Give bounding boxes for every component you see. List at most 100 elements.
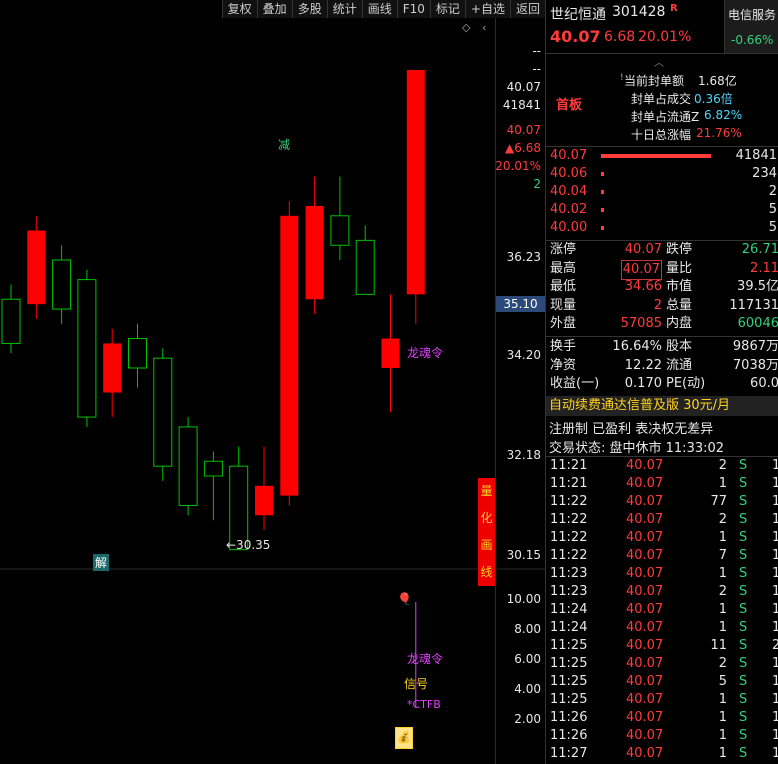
- tick-volume: 1: [718, 746, 727, 761]
- stat-value: 60046: [737, 316, 778, 331]
- stat-label: PE(动): [666, 376, 706, 391]
- money-bag-icon[interactable]: 💰: [395, 727, 413, 749]
- trade-status: 交易状态: 盘中休市 11:33:02: [549, 441, 725, 456]
- tick-volume: 2: [718, 458, 727, 473]
- candle: [178, 417, 198, 516]
- stat-value: 117131: [729, 297, 778, 313]
- tick-time: 11:22: [550, 530, 588, 545]
- axis-label: 32.18: [506, 448, 541, 462]
- tick-volume: 1: [718, 530, 727, 545]
- tick-time: 11:26: [550, 728, 588, 743]
- r-badge: R: [670, 3, 678, 14]
- toolbar-button[interactable]: 多股: [291, 0, 327, 18]
- tick-side: S: [739, 494, 748, 509]
- axis-label: 40.07: [506, 80, 541, 94]
- tick-row: 11:22 40.07 1 S 1: [546, 529, 778, 547]
- bid-volume: 5: [768, 220, 777, 235]
- tick-side: S: [739, 746, 748, 761]
- tick-time: 11:22: [550, 548, 588, 563]
- candle-body: [355, 239, 375, 295]
- candle: [103, 328, 122, 418]
- bid-volume: 2: [768, 184, 777, 199]
- tick-row: 11:25 40.07 1 S 1: [546, 691, 778, 709]
- bid-row[interactable]: 40.00 5: [546, 219, 778, 237]
- bid-row[interactable]: 40.04 2: [546, 183, 778, 201]
- price-change-pct: 20.01%: [638, 29, 692, 45]
- candle-body: [77, 279, 97, 418]
- axis-label: ▲6.68: [505, 141, 541, 155]
- stock-name: 世纪恒通: [550, 7, 606, 23]
- tick-side: S: [739, 530, 748, 545]
- tick-row: 11:23 40.07 1 S 1: [546, 565, 778, 583]
- tick-time: 11:25: [550, 692, 588, 707]
- tick-count: 1: [772, 692, 778, 707]
- tick-volume: 1: [718, 566, 727, 581]
- tick-row: 11:25 40.07 11 S 2: [546, 637, 778, 655]
- tick-time: 11:24: [550, 620, 588, 635]
- tick-time: 11:27: [550, 746, 588, 761]
- tick-volume: 1: [718, 692, 727, 707]
- stat-label: 涨停: [550, 242, 577, 257]
- stat-value: 40.07: [620, 259, 662, 280]
- tick-side: S: [739, 476, 748, 491]
- toolbar-button[interactable]: 返回: [509, 0, 545, 18]
- bid-volume-bar: [601, 190, 604, 194]
- tick-time: 11:21: [550, 476, 588, 491]
- toolbar-button[interactable]: 统计: [326, 0, 362, 18]
- candle: [406, 70, 425, 324]
- stat-value: 0.170: [624, 376, 662, 391]
- bid-volume-bar: [601, 172, 604, 176]
- tick-price: 40.07: [626, 692, 664, 707]
- quant-drawline-tag[interactable]: 量 化 画 线: [478, 478, 495, 586]
- tick-row: 11:21 40.07 1 S 1: [546, 475, 778, 493]
- tick-volume: 1: [718, 476, 727, 491]
- chevron-left-icon[interactable]: ‹: [482, 21, 486, 34]
- promo-banner[interactable]: 自动续费通达信普及版 30元/月: [546, 396, 778, 416]
- candle: [128, 323, 147, 388]
- tick-count: 1: [772, 602, 778, 617]
- tick-row: 11:21 40.07 2 S 1: [546, 457, 778, 475]
- axis-label: 30.15: [506, 548, 541, 562]
- toolbar-button[interactable]: 叠加: [256, 0, 292, 18]
- quant-tag-char: 线: [480, 565, 493, 579]
- bid-row[interactable]: 40.07 41841: [546, 147, 778, 165]
- seal-value: 6.82%: [704, 108, 743, 122]
- pin-icon: !: [620, 73, 624, 83]
- kline-chart[interactable]: ◇ ‹ -- -- 40.07 41841 40.07 ▲6.68 20.01%…: [0, 18, 545, 764]
- stat-value: 16.64%: [612, 339, 662, 354]
- seal-label: 十日总涨幅: [631, 128, 692, 142]
- stat-label: 净资: [550, 357, 577, 373]
- bid-volume: 41841: [735, 148, 777, 163]
- tick-volume: 5: [718, 674, 727, 689]
- chart-toolbar: 复权 叠加 多股 统计 画线 F10 标记 +自选 返回: [0, 0, 545, 18]
- chevron-up-icon[interactable]: ︿: [654, 54, 664, 69]
- indicator-axis-label: 2.00: [514, 712, 541, 726]
- sector-box[interactable]: 电信服务 -0.66%: [724, 0, 778, 54]
- tick-volume: 1: [718, 728, 727, 743]
- toolbar-button[interactable]: +自选: [464, 0, 510, 18]
- stat-label: 总量: [666, 297, 693, 313]
- bid-price: 40.07: [550, 148, 588, 163]
- tick-volume: 1: [718, 620, 727, 635]
- tick-time: 11:26: [550, 710, 588, 725]
- axis-label: 41841: [502, 98, 541, 112]
- divider: [546, 336, 778, 337]
- toolbar-button[interactable]: 标记: [429, 0, 465, 18]
- tick-volume: 77: [710, 494, 727, 509]
- ctfb-label: *CTFB: [407, 698, 441, 711]
- toolbar-button[interactable]: 画线: [361, 0, 397, 18]
- tick-row: 11:24 40.07 1 S 1: [546, 619, 778, 637]
- candle: [381, 294, 400, 413]
- tick-volume: 1: [718, 602, 727, 617]
- bid-row[interactable]: 40.06 234: [546, 165, 778, 183]
- tick-price: 40.07: [626, 602, 664, 617]
- bid-volume: 234: [752, 166, 777, 181]
- toolbar-button[interactable]: F10: [396, 0, 430, 18]
- tick-count: 1: [772, 620, 778, 635]
- tick-count: 1: [772, 458, 778, 473]
- bid-row[interactable]: 40.02 5: [546, 201, 778, 219]
- toolbar-button[interactable]: 复权: [221, 0, 257, 18]
- bid-price: 40.00: [550, 220, 588, 235]
- candle: [1, 284, 21, 354]
- diamond-icon[interactable]: ◇: [462, 21, 470, 34]
